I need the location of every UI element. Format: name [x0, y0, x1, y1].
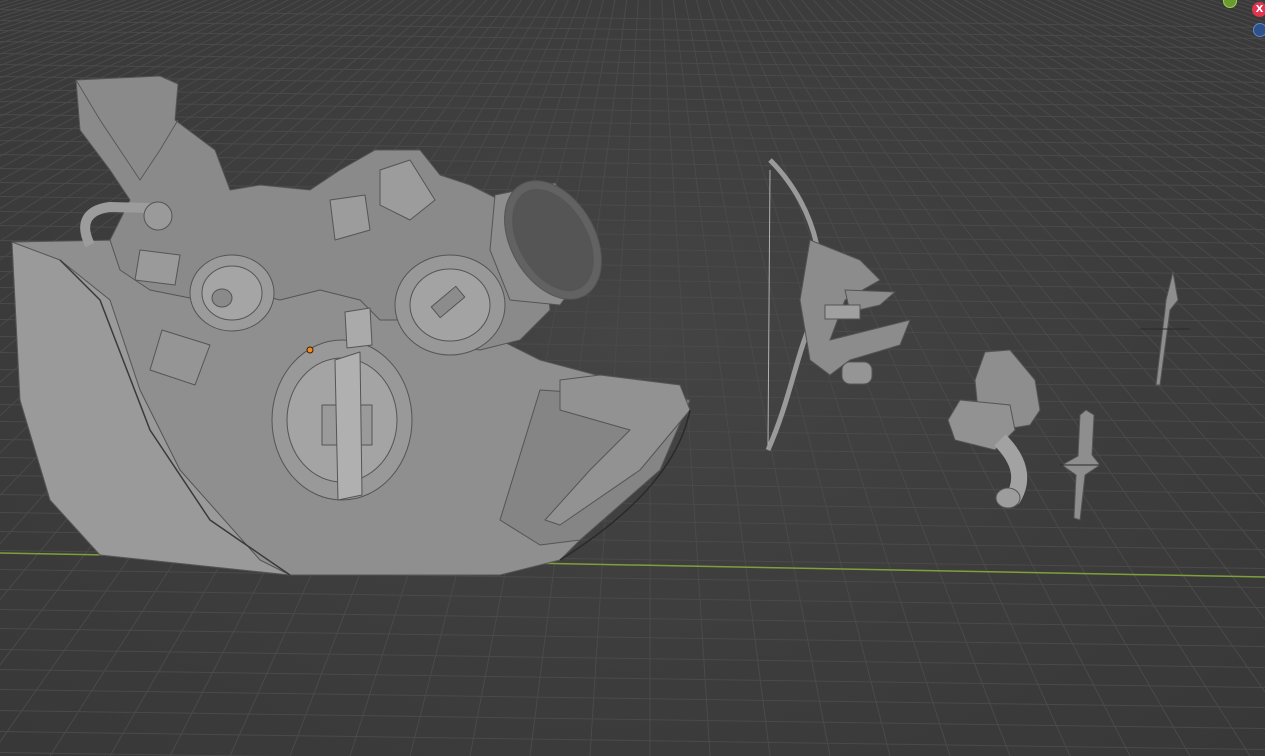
grid-line [870, 0, 1265, 756]
grid-line [672, 0, 771, 756]
gizmo-x-axis-handle[interactable]: X [1252, 2, 1265, 17]
grid-line [1115, 0, 1265, 59]
grid-line [1208, 0, 1265, 19]
grid-line [890, 0, 1265, 756]
grid-line [862, 0, 1265, 756]
grid-line [0, 53, 1265, 72]
grid-line [0, 569, 1265, 588]
grid-line [0, 669, 1265, 688]
grid-line [0, 752, 282, 756]
gauntlet-object[interactable] [947, 349, 1041, 509]
grid-line [742, 0, 1131, 756]
grid-line [0, 731, 1265, 750]
3d-viewport[interactable]: X [0, 0, 1265, 756]
grid-line [1220, 0, 1265, 15]
grid-line [1103, 0, 1265, 65]
gizmo-z-axis-handle[interactable] [1253, 23, 1265, 37]
grid-line [1127, 0, 1265, 53]
grid-line [874, 0, 1265, 756]
grid-line [0, 628, 1265, 647]
object-origin-point [306, 346, 314, 354]
grid-line [1185, 0, 1265, 28]
grid-line [1255, 0, 1265, 3]
grid-line [0, 589, 1265, 608]
grid-line [1243, 0, 1265, 7]
grid-line [0, 41, 1265, 60]
viewport-scene[interactable] [0, 0, 1265, 756]
grid-line [661, 0, 711, 756]
grid-line [0, 710, 1265, 729]
grid-line [0, 689, 1265, 708]
bow-object[interactable] [765, 158, 911, 452]
sword-object[interactable] [1060, 409, 1101, 521]
spear-object[interactable] [1140, 271, 1190, 386]
grid-line [886, 0, 1265, 756]
grid-line [0, 649, 1265, 668]
grid-line [754, 0, 1191, 756]
grid-line [1196, 0, 1265, 23]
grid-line [0, 609, 1265, 628]
grid-line [882, 0, 1265, 756]
grid-line [1231, 0, 1265, 11]
